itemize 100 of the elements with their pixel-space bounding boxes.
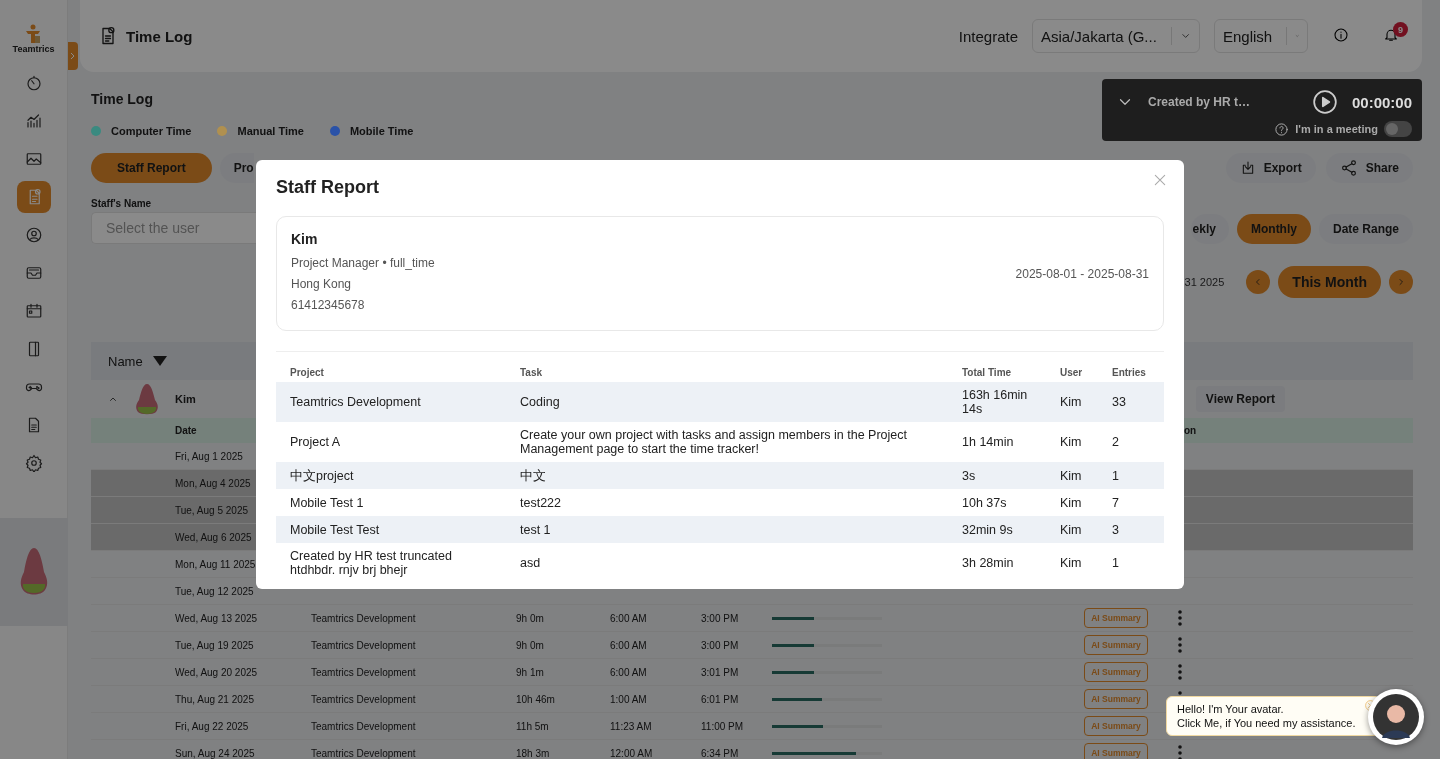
table-cell-text: Kim bbox=[1060, 395, 1083, 409]
table-cell: 11h 5m bbox=[516, 720, 549, 732]
help-icon bbox=[1274, 121, 1290, 137]
table-cell: Thu, Aug 21 2025 bbox=[175, 693, 254, 705]
table-cell: 6:01 PM bbox=[701, 693, 739, 705]
table-cell-text: Create your own project with tasks and assign members in the Project Management page to start the time tracker! bbox=[520, 428, 908, 456]
collapse-handle[interactable] bbox=[68, 42, 78, 70]
table-cell-text: Created by HR test truncated htdhbdr. rnjv brj bhejr bbox=[290, 549, 453, 577]
table-cell: 6:34 PM bbox=[701, 747, 739, 759]
tab[interactable]: Staff Report bbox=[91, 153, 212, 183]
share-button[interactable]: Share bbox=[1325, 153, 1413, 183]
play-icon bbox=[1311, 89, 1338, 115]
table-cell-text: Mobile Test 1 bbox=[290, 495, 365, 510]
table-cell-text: 中文 bbox=[520, 468, 547, 483]
legend-label: Computer Time bbox=[111, 125, 192, 137]
table-cell-text: 2 bbox=[1112, 435, 1120, 449]
column-header: Entries bbox=[1112, 366, 1147, 378]
table-cell-text: 7 bbox=[1112, 495, 1120, 510]
table-cell: Tue, Aug 12 2025 bbox=[175, 585, 254, 597]
table-cell: 18h 3m bbox=[516, 747, 550, 759]
timer-display: 00:00:00 bbox=[1351, 93, 1412, 111]
table-cell: Fri, Aug 1 2025 bbox=[175, 450, 243, 462]
close-icon bbox=[1152, 172, 1168, 188]
table-cell-text: Kim bbox=[1060, 522, 1083, 537]
table-cell-text: Kim bbox=[1060, 495, 1083, 510]
report-period: 2025-08-01 - 2025-08-31 bbox=[1015, 266, 1149, 281]
settings-icon bbox=[24, 454, 43, 472]
table-cell: 12:00 AM bbox=[610, 747, 653, 759]
staff-role: Project Manager • full_time bbox=[291, 255, 435, 272]
table-cell-text: Kim bbox=[1060, 556, 1083, 570]
period-tab[interactable]: Date Range bbox=[1318, 214, 1413, 244]
table-cell: Sun, Aug 24 2025 bbox=[175, 747, 255, 759]
table-cell: 9h 0m bbox=[516, 612, 544, 624]
view-report-button[interactable]: View Report bbox=[1195, 386, 1285, 412]
play-button[interactable] bbox=[1311, 89, 1338, 115]
table-cell-text: Kim bbox=[1060, 435, 1083, 449]
table-cell: Tue, Aug 19 2025 bbox=[175, 639, 254, 651]
notification-badge: 9 bbox=[1393, 22, 1408, 37]
user-icon bbox=[24, 226, 43, 244]
table-cell-text: 33 bbox=[1112, 395, 1127, 409]
table-cell: Teamtrics Development bbox=[311, 612, 416, 624]
table-cell: Teamtrics Development bbox=[311, 747, 416, 759]
period-tab[interactable]: ekly bbox=[1190, 214, 1229, 244]
timezone-select[interactable]: Asia/Jakarta (G... bbox=[1032, 19, 1200, 53]
table-cell-text: 32min 9s bbox=[962, 522, 1014, 537]
calendar-icon bbox=[24, 302, 43, 320]
more-icon[interactable] bbox=[1178, 637, 1182, 653]
more-icon[interactable] bbox=[1178, 610, 1182, 626]
logo-text: Teamtrics bbox=[12, 44, 55, 54]
table-cell: 9h 0m bbox=[516, 639, 544, 651]
table-cell-text: 3h 28min bbox=[962, 556, 1015, 570]
column-header: Project bbox=[290, 366, 325, 378]
legend-label: Manual Time bbox=[237, 125, 304, 137]
table-cell-text: Project A bbox=[290, 435, 342, 449]
table-cell: 11:00 PM bbox=[701, 720, 744, 732]
table-cell-text: 3 bbox=[1112, 522, 1120, 537]
column-header: on bbox=[1184, 425, 1197, 436]
table-cell: 9h 1m bbox=[516, 666, 544, 678]
table-cell-text: test222 bbox=[520, 495, 562, 510]
table-cell: Fri, Aug 22 2025 bbox=[175, 720, 249, 732]
chart-icon bbox=[24, 112, 43, 130]
table-cell-text: asd bbox=[520, 556, 542, 570]
table-cell: 6:00 AM bbox=[610, 666, 647, 678]
table-cell-text: 163h 16min 14s bbox=[962, 388, 1029, 416]
integrate-link[interactable]: Integrate bbox=[958, 27, 1018, 45]
meeting-toggle[interactable] bbox=[1384, 121, 1412, 137]
column-header: Date bbox=[175, 425, 197, 436]
table-cell: Wed, Aug 20 2025 bbox=[175, 666, 258, 678]
table-cell-text: test 1 bbox=[520, 522, 552, 537]
table-cell: 6:00 AM bbox=[610, 612, 647, 624]
date-range-text: 31 2025 bbox=[1184, 276, 1225, 288]
table-cell-text: 中文project bbox=[290, 468, 355, 483]
staff-name: Kim bbox=[291, 231, 319, 247]
avatar bbox=[133, 383, 161, 415]
more-icon[interactable] bbox=[1178, 664, 1182, 680]
table-cell: 11:23 AM bbox=[610, 720, 652, 732]
tab[interactable]: Pro bbox=[219, 153, 254, 183]
assistant-avatar[interactable] bbox=[1368, 689, 1424, 745]
table-cell: 6:00 AM bbox=[610, 639, 647, 651]
table-cell: Wed, Aug 6 2025 bbox=[175, 531, 252, 543]
field-label: Staff's Name bbox=[91, 198, 153, 209]
sort-icon[interactable] bbox=[152, 356, 167, 366]
table-cell: Tue, Aug 5 2025 bbox=[175, 504, 249, 516]
export-button[interactable]: Export bbox=[1225, 153, 1316, 183]
column-header[interactable]: Name bbox=[108, 353, 143, 369]
table-cell: 3:01 PM bbox=[701, 666, 739, 678]
table-cell-text: Coding bbox=[520, 395, 561, 409]
language-select[interactable]: English bbox=[1214, 19, 1308, 53]
table-cell: 1:00 AM bbox=[610, 693, 647, 705]
table-cell-text: Teamtrics Development bbox=[290, 395, 422, 409]
timer-icon bbox=[24, 74, 43, 92]
page-title: Time Log bbox=[126, 27, 193, 45]
inbox-icon bbox=[24, 264, 43, 282]
table-cell: Teamtrics Development bbox=[311, 666, 416, 678]
meeting-label: I'm in a meeting bbox=[1295, 123, 1378, 135]
table-cell-text: Kim bbox=[1060, 468, 1083, 483]
more-icon[interactable] bbox=[1178, 745, 1182, 759]
period-tab[interactable]: Monthly bbox=[1236, 214, 1311, 244]
table-cell: Mon, Aug 11 2025 bbox=[175, 558, 256, 570]
this-month-button[interactable]: This Month bbox=[1278, 266, 1381, 298]
